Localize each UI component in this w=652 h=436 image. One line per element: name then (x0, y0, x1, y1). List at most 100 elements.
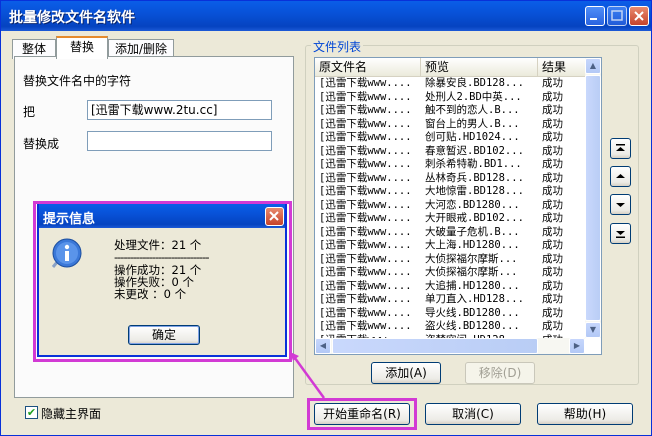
list-item[interactable]: [迅雷下载www.... 盗火线.BD1280... 成功 (315, 320, 585, 334)
result-cell: 成功 (542, 131, 563, 143)
dialog-highlight (33, 201, 292, 362)
list-item[interactable]: [迅雷下载www.... 大破量子危机.B... 成功 (315, 226, 585, 240)
move-top-button[interactable] (610, 138, 631, 159)
move-down-button[interactable] (610, 194, 631, 215)
scroll-right-button[interactable]: ▶ (569, 338, 585, 354)
list-item[interactable]: [迅雷下载www.... 窗台上的男人.B... 成功 (315, 118, 585, 132)
column-original-name[interactable]: 原文件名 (315, 58, 421, 76)
result-cell: 成功 (542, 198, 563, 211)
to-label: 替换成 (23, 137, 60, 151)
list-item[interactable]: [迅雷下载www.... 大河恋.BD1280... 成功 (315, 199, 585, 213)
title-bar[interactable]: 批量修改文件名软件 (1, 1, 651, 31)
preview-cell: 大追捕.HD1280... (425, 279, 520, 292)
from-input[interactable]: [迅雷下载www.2tu.cc] (87, 100, 272, 120)
preview-cell: 除暴安良.BD128... (425, 77, 524, 89)
add-button[interactable]: 添加(A) (371, 362, 441, 384)
remove-button[interactable]: 移除(D) (465, 362, 535, 384)
list-item[interactable]: [迅雷下载www.... 创可贴.HD1024... 成功 (315, 131, 585, 145)
list-item[interactable]: [迅雷下载www.... 除暴安良.BD128... 成功 (315, 77, 585, 91)
result-cell: 成功 (542, 144, 563, 157)
result-cell: 成功 (542, 185, 563, 197)
original-name-cell: [迅雷下载www.... (319, 171, 412, 184)
result-cell: 成功 (542, 104, 563, 116)
horizontal-scrollbar[interactable]: ◀ ▶ (315, 338, 585, 354)
list-item[interactable]: [迅雷下载www.... 大侦探福尔摩斯... 成功 (315, 266, 585, 280)
result-cell: 成功 (542, 252, 563, 265)
list-item[interactable]: [迅雷下载www.... 大地惊雷.BD128... 成功 (315, 185, 585, 199)
preview-cell: 导火线.BD1280... (425, 306, 520, 319)
vertical-scrollbar[interactable]: ▲ ▼ (585, 58, 601, 338)
move-up-button[interactable] (610, 166, 631, 187)
list-item[interactable]: [迅雷下载www.... 导火线.BD1280... 成功 (315, 307, 585, 321)
list-item[interactable]: [迅雷下载www.... 大开眼戒.BD102... 成功 (315, 212, 585, 226)
preview-cell: 丛林奇兵.BD128... (425, 171, 524, 184)
result-cell: 成功 (542, 279, 563, 292)
scroll-down-button[interactable]: ▼ (585, 322, 601, 338)
original-name-cell: [迅雷下载www.... (319, 104, 412, 116)
original-name-cell: [迅雷下载www.... (319, 279, 412, 292)
original-name-cell: [迅雷下载www.... (319, 212, 412, 224)
window-title: 批量修改文件名软件 (9, 10, 135, 26)
list-item[interactable]: [迅雷下载www.... 春意暂迟.BD102... 成功 (315, 145, 585, 159)
cancel-button[interactable]: 取消(C) (425, 403, 521, 425)
file-list[interactable]: 原文件名 预览 结果 [迅雷下载www.... 除暴安良.BD128... 成功 [迅… (314, 57, 602, 355)
file-list-title: 文件列表 (311, 38, 364, 55)
original-name-cell: [迅雷下载www.... (319, 293, 412, 305)
minimize-icon (590, 18, 597, 20)
original-name-cell: [迅雷下载www.... (319, 266, 412, 278)
list-item[interactable]: [迅雷下载www.... 大上海.HD1280... 成功 (315, 239, 585, 253)
vertical-scroll-thumb[interactable] (585, 75, 601, 321)
minimize-button[interactable] (585, 6, 605, 26)
original-name-cell: [迅雷下载www.... (319, 117, 412, 130)
preview-cell: 大开眼戒.BD102... (425, 212, 524, 224)
preview-cell: 大侦探福尔摩斯... (425, 252, 518, 265)
result-cell: 成功 (542, 320, 563, 332)
move-bottom-button[interactable] (610, 223, 631, 244)
move-down-icon (616, 203, 625, 207)
column-result[interactable]: 结果 (538, 58, 585, 76)
result-cell: 成功 (542, 171, 563, 184)
hide-main-label: 隐藏主界面 (41, 407, 102, 421)
result-cell: 成功 (542, 306, 563, 319)
move-top-icon (616, 144, 625, 151)
list-item[interactable]: [迅雷下载www.... 触不到的恋人.B... 成功 (315, 104, 585, 118)
move-bottom-icon (616, 231, 625, 238)
list-item[interactable]: [迅雷下载www.... 单刀直入.HD128... 成功 (315, 293, 585, 307)
original-name-cell: [迅雷下载www.... (319, 239, 412, 251)
maximize-icon (611, 10, 623, 21)
preview-cell: 单刀直入.HD128... (425, 293, 524, 305)
original-name-cell: [迅雷下载www.... (319, 185, 412, 197)
help-button[interactable]: 帮助(H) (537, 403, 633, 425)
list-item[interactable]: [迅雷下载www.... 刺杀希特勒.BD1... 成功 (315, 158, 585, 172)
preview-cell: 窗台上的男人.B... (425, 117, 520, 130)
list-header: 原文件名 预览 结果 (315, 58, 585, 77)
tab-replace[interactable]: 替换 (56, 36, 108, 59)
result-cell: 成功 (542, 293, 563, 305)
result-cell: 成功 (542, 77, 563, 89)
original-name-cell: [迅雷下载www.... (319, 158, 412, 170)
from-label: 把 (23, 105, 36, 119)
close-button[interactable] (629, 6, 649, 26)
preview-cell: 大地惊雷.BD128... (425, 185, 524, 197)
original-name-cell: [迅雷下载www.... (319, 225, 412, 238)
scroll-up-button[interactable]: ▲ (585, 58, 601, 74)
preview-cell: 处刑人2.BD中英... (425, 90, 522, 103)
to-input[interactable] (87, 131, 272, 151)
original-name-cell: [迅雷下载www.... (319, 144, 412, 157)
original-name-cell: [迅雷下载www.... (319, 131, 412, 143)
preview-cell: 大上海.HD1280... (425, 239, 520, 251)
list-rows: [迅雷下载www.... 除暴安良.BD128... 成功 [迅雷下载www.... 处… (315, 77, 585, 347)
preview-cell: 触不到的恋人.B... (425, 104, 520, 116)
list-item[interactable]: [迅雷下载www.... 丛林奇兵.BD128... 成功 (315, 172, 585, 186)
list-item[interactable]: [迅雷下载www.... 大侦探福尔摩斯... 成功 (315, 253, 585, 267)
column-preview[interactable]: 预览 (421, 58, 538, 76)
maximize-button[interactable] (607, 6, 627, 26)
highlight-arrow (290, 352, 326, 399)
list-item[interactable]: [迅雷下载www.... 处刑人2.BD中英... 成功 (315, 91, 585, 105)
horizontal-scroll-thumb[interactable] (332, 338, 538, 354)
preview-cell: 大破量子危机.B... (425, 225, 520, 238)
list-item[interactable]: [迅雷下载www.... 大追捕.HD1280... 成功 (315, 280, 585, 294)
hide-main-checkbox[interactable]: ✔ (25, 406, 38, 419)
result-cell: 成功 (542, 239, 563, 251)
preview-cell: 创可贴.HD1024... (425, 131, 520, 143)
